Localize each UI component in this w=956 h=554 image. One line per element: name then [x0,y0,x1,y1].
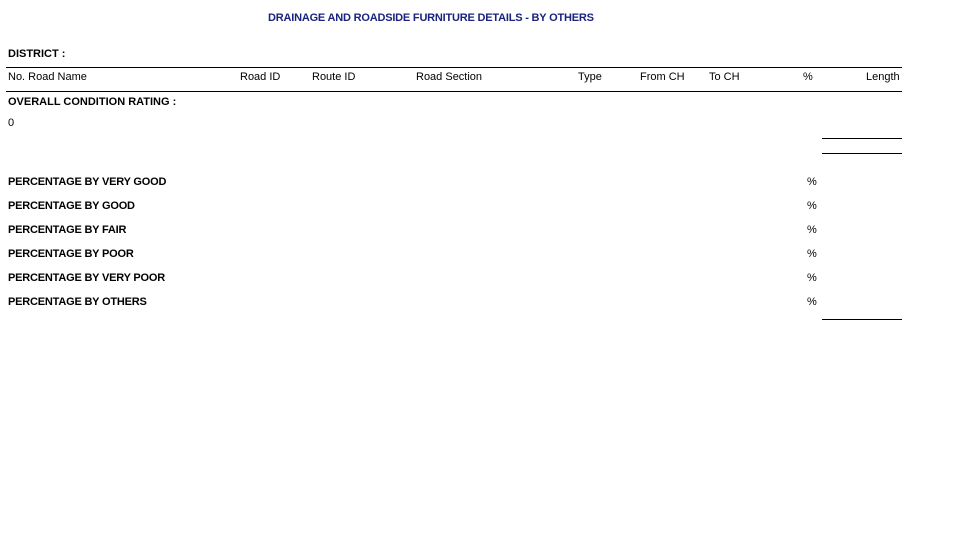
column-header-row: No. Road Name Road ID Route ID Road Sect… [0,71,956,85]
percentage-label: PERCENTAGE BY GOOD [8,200,135,212]
percentage-unit: % [807,224,817,236]
percentage-total-rule [822,319,902,320]
percentage-unit: % [807,272,817,284]
column-header-route-id: Route ID [312,71,356,83]
percentage-label: PERCENTAGE BY OTHERS [8,296,147,308]
percentage-label: PERCENTAGE BY VERY POOR [8,272,165,284]
percentage-unit: % [807,176,817,188]
column-header-percent: % [803,71,813,83]
district-label: DISTRICT : [8,48,66,60]
column-header-from-ch: From CH [640,71,685,83]
percentage-row-good: PERCENTAGE BY GOOD % [0,200,956,214]
header-bottom-rule [6,91,902,92]
column-header-type: Type [578,71,602,83]
column-header-road-section: Road Section [416,71,483,83]
header-top-rule [6,67,902,68]
percentage-unit: % [807,200,817,212]
percentage-row-very-poor: PERCENTAGE BY VERY POOR % [0,272,956,286]
percentage-row-fair: PERCENTAGE BY FAIR % [0,224,956,238]
percentage-label: PERCENTAGE BY VERY GOOD [8,176,167,188]
column-header-length: Length [866,71,900,83]
column-header-road-id: Road ID [240,71,281,83]
total-rule [822,153,902,154]
percentage-row-very-good: PERCENTAGE BY VERY GOOD % [0,176,956,190]
report-title: DRAINAGE AND ROADSIDE FURNITURE DETAILS … [268,12,594,24]
subtotal-rule [822,138,902,139]
overall-condition-label: OVERALL CONDITION RATING : [8,96,177,108]
percentage-row-poor: PERCENTAGE BY POOR % [0,248,956,262]
percentage-label: PERCENTAGE BY POOR [8,248,134,260]
report-page: DRAINAGE AND ROADSIDE FURNITURE DETAILS … [0,0,956,554]
column-header-no-road-name: No. Road Name [8,71,87,83]
percentage-row-others: PERCENTAGE BY OTHERS % [0,296,956,310]
percentage-unit: % [807,296,817,308]
percentage-label: PERCENTAGE BY FAIR [8,224,127,236]
overall-condition-value: 0 [8,117,15,129]
percentage-unit: % [807,248,817,260]
column-header-to-ch: To CH [709,71,740,83]
